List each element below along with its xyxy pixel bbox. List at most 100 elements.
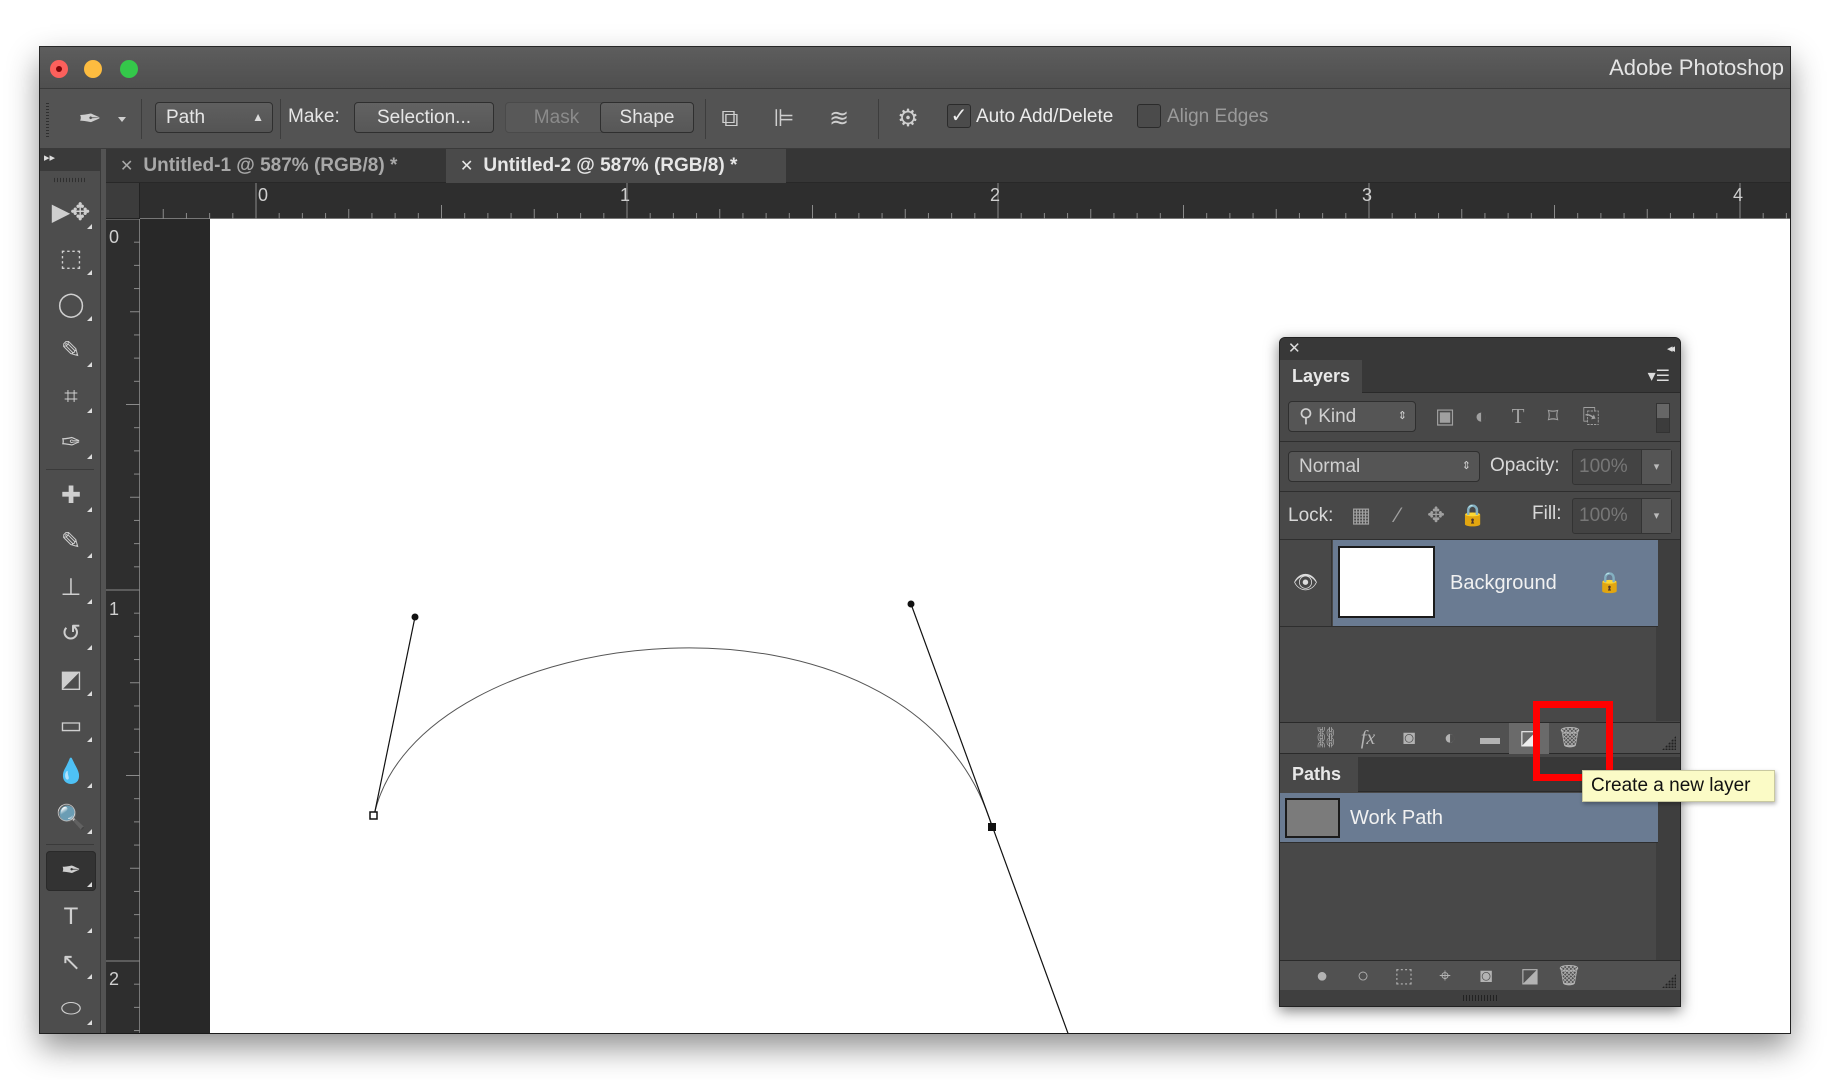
pixel-filter-icon[interactable]: ▣ [1430, 401, 1460, 432]
filter-kind-value: Kind [1318, 406, 1357, 427]
close-panel-icon[interactable]: ✕ [1288, 338, 1301, 360]
auto-add-delete-checkbox[interactable]: ✓ [947, 104, 971, 128]
close-tab-icon[interactable]: ✕ [460, 158, 473, 175]
filter-toggle[interactable] [1656, 403, 1670, 433]
options-bar-grip[interactable] [46, 103, 49, 137]
history-brush-tool[interactable]: ↺ [46, 614, 96, 654]
ellipse-tool[interactable]: ⬭ [46, 989, 96, 1029]
resize-handle[interactable] [1662, 974, 1676, 988]
tooltip: Create a new layer [1582, 770, 1775, 802]
blur-tool[interactable]: 💧 [46, 752, 96, 792]
opacity-field[interactable]: 100% ▾ [1572, 449, 1672, 485]
tab-untitled-1[interactable]: ✕ Untitled-1 @ 587% (RGB/8) * [106, 149, 446, 183]
divider [280, 99, 281, 139]
tab-paths[interactable]: Paths [1280, 757, 1358, 792]
fill-path-icon[interactable]: ● [1302, 961, 1342, 992]
mode-select[interactable]: Path ▲ [155, 102, 273, 133]
work-path-curve[interactable] [373, 647, 993, 828]
gradient-tool[interactable]: ▭ [46, 706, 96, 746]
fill-dropdown-icon[interactable]: ▾ [1641, 499, 1671, 533]
close-tab-icon[interactable]: ✕ [120, 158, 133, 175]
path-arrangement-icon[interactable]: ≋ [821, 101, 857, 137]
direction-handle[interactable] [411, 613, 419, 621]
tool-preset-dropdown-icon[interactable] [118, 117, 126, 122]
type-filter-icon[interactable]: T [1503, 401, 1533, 432]
make-mask-button[interactable]: Mask [505, 102, 608, 133]
spot-healing-brush-tool[interactable]: ✚ [46, 476, 96, 516]
crop-tool[interactable]: ⌗ [46, 377, 96, 417]
ruler-label: 2 [109, 969, 120, 989]
path-operations-icon[interactable]: ⧉ [712, 101, 748, 137]
lock-image-pixels-icon[interactable]: ⁄ [1383, 500, 1413, 531]
collapse-tools-icon[interactable]: ▸▸ [40, 149, 100, 171]
close-window-button[interactable] [50, 60, 68, 78]
path-selection-tool[interactable]: ↖ [46, 943, 96, 983]
panel-header[interactable]: ✕ ◂◂ [1280, 338, 1680, 360]
anchor-point-start[interactable] [369, 811, 378, 820]
eye-icon[interactable]: 👁 [1280, 540, 1332, 626]
gear-icon[interactable]: ⚙ [890, 101, 926, 137]
pen-tool[interactable]: ✒ [46, 851, 96, 891]
layer-row-background[interactable]: 👁 Background 🔒 [1280, 540, 1658, 627]
updown-arrows-icon: ⇕ [1461, 460, 1471, 472]
layers-scrollbar[interactable] [1656, 540, 1680, 721]
fill-value: 100% [1579, 505, 1628, 526]
layer-mask-icon[interactable]: ◙ [1389, 723, 1429, 754]
path-alignment-icon[interactable]: ⊫ [766, 101, 802, 137]
document-tabs: ✕ Untitled-1 @ 587% (RGB/8) * ✕ Untitled-2… [106, 149, 1790, 183]
panel-menu-icon[interactable]: ▾☰ [1648, 366, 1670, 386]
make-shape-button[interactable]: Shape [600, 102, 694, 133]
resize-handle[interactable] [1662, 736, 1676, 750]
adjustment-filter-icon[interactable]: ◐ [1466, 401, 1496, 432]
vertical-ruler[interactable]: 0 1 2 [106, 218, 140, 1033]
tab-untitled-2[interactable]: ✕ Untitled-2 @ 587% (RGB/8) * [446, 149, 786, 183]
tools-panel-grip[interactable] [54, 177, 86, 183]
make-selection-button[interactable]: Selection... [354, 102, 494, 133]
lasso-tool[interactable]: ◯ [46, 285, 96, 325]
type-tool[interactable]: T [46, 897, 96, 937]
zoom-window-button[interactable] [120, 60, 138, 78]
dodge-tool[interactable]: 🔍 [46, 798, 96, 838]
blend-mode-value: Normal [1299, 456, 1361, 477]
stroke-path-icon[interactable]: ○ [1343, 961, 1383, 992]
paths-scrollbar[interactable] [1656, 793, 1680, 960]
create-new-path-icon[interactable]: ◪ [1510, 961, 1550, 992]
shape-filter-icon[interactable]: ⌑ [1538, 401, 1568, 432]
ruler-origin[interactable] [106, 183, 140, 219]
pen-icon[interactable]: ✒ [72, 101, 108, 137]
eyedropper-tool[interactable]: ✑ [46, 423, 96, 463]
collapse-panel-icon[interactable]: ◂◂ [1667, 338, 1675, 360]
eraser-tool[interactable]: ◩ [46, 660, 96, 700]
load-selection-icon[interactable]: ⬚ [1384, 961, 1424, 992]
minimize-window-button[interactable] [84, 60, 102, 78]
quick-selection-tool[interactable]: ✎ [46, 331, 96, 371]
filter-kind-select[interactable]: ⚲ Kind ⇕ [1288, 401, 1416, 432]
anchor-point-end[interactable] [988, 823, 996, 831]
ruler-label: 0 [258, 185, 269, 205]
rectangular-marquee-tool[interactable]: ⬚ [46, 239, 96, 279]
add-mask-icon[interactable]: ◙ [1466, 961, 1506, 992]
direction-handle[interactable] [907, 600, 915, 608]
smart-object-filter-icon[interactable]: ⎘ [1576, 401, 1606, 432]
adjustment-layer-icon[interactable]: ◐ [1430, 723, 1470, 754]
clone-stamp-tool[interactable]: ⊥ [46, 568, 96, 608]
delete-path-icon[interactable]: 🗑 [1549, 961, 1589, 992]
opacity-dropdown-icon[interactable]: ▾ [1641, 450, 1671, 484]
tab-layers[interactable]: Layers [1280, 360, 1362, 393]
make-work-path-icon[interactable]: ⌖ [1425, 961, 1465, 992]
folder-icon[interactable]: ▬ [1470, 723, 1510, 754]
lock-position-icon[interactable]: ✥ [1421, 500, 1451, 531]
align-edges-checkbox[interactable] [1137, 104, 1161, 128]
fill-field[interactable]: 100% ▾ [1572, 498, 1672, 534]
fx-icon[interactable]: fx [1348, 723, 1388, 754]
link-layers-icon[interactable]: ⛓ [1306, 723, 1346, 754]
lock-row: Lock: ▦ ⁄ ✥ 🔒 Fill: 100% ▾ [1280, 492, 1680, 540]
move-tool[interactable]: ▶✥ [46, 193, 96, 233]
panel-bottom-grip[interactable] [1280, 990, 1680, 1006]
lock-transparent-pixels-icon[interactable]: ▦ [1346, 500, 1376, 531]
layer-selected-bg: Background 🔒 [1333, 540, 1658, 626]
lock-all-icon[interactable]: 🔒 [1458, 500, 1488, 531]
blend-mode-select[interactable]: Normal ⇕ [1288, 451, 1480, 482]
brush-tool[interactable]: ✎ [46, 522, 96, 562]
horizontal-ruler[interactable]: 0 1 2 3 4 [140, 183, 1790, 219]
